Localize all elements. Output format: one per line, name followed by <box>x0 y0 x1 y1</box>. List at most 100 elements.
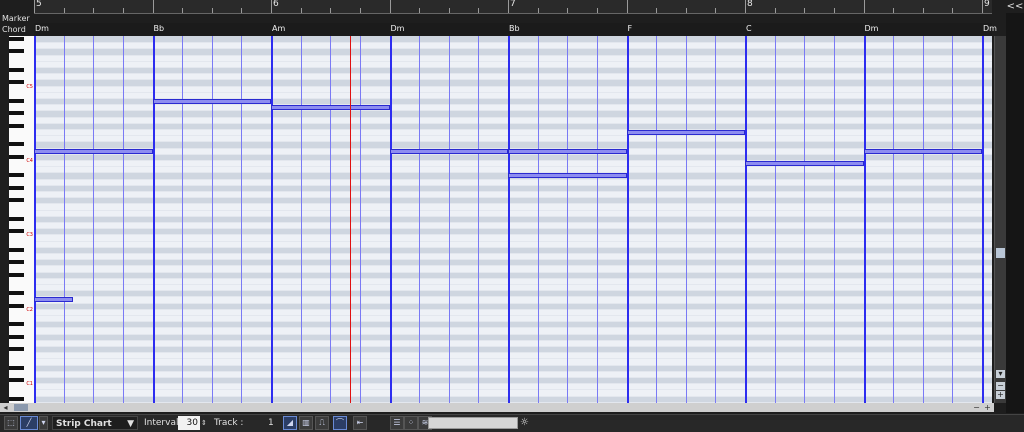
ruler-tick <box>833 8 835 13</box>
pitch-row <box>34 352 992 360</box>
midi-note[interactable] <box>152 99 271 104</box>
piano-black-key[interactable] <box>9 365 24 370</box>
collapse-panel-button[interactable]: << <box>1006 0 1024 13</box>
ramp-tool-icon[interactable]: ◢ <box>283 416 297 430</box>
midi-note[interactable] <box>271 105 390 111</box>
horizontal-scrollbar[interactable]: ◂ − + <box>0 403 994 412</box>
ruler-tick <box>34 0 35 13</box>
curve-shape-icon[interactable]: ⌒ <box>333 416 347 430</box>
beat-line <box>656 36 658 403</box>
mode-select[interactable]: Strip Chart ▼ <box>52 416 138 430</box>
piano-black-key[interactable] <box>9 80 24 85</box>
piano-black-key[interactable] <box>9 272 24 277</box>
piano-black-key[interactable] <box>9 154 24 159</box>
mode-select-value: Strip Chart <box>56 419 112 429</box>
value-slider[interactable] <box>428 417 518 429</box>
zoom-in-vertical-icon[interactable]: + <box>996 391 1005 399</box>
list-view-icon[interactable]: ☰ <box>390 416 404 430</box>
piano-black-key[interactable] <box>9 123 24 128</box>
chord-symbol[interactable]: Dm <box>35 24 49 33</box>
tool-dropdown-icon[interactable]: ▾ <box>39 416 48 430</box>
piano-black-key[interactable] <box>9 347 24 351</box>
piano-black-key[interactable] <box>9 111 24 116</box>
piano-black-key[interactable] <box>9 396 24 401</box>
track-value[interactable]: 1 <box>268 416 274 430</box>
piano-black-key[interactable] <box>9 37 24 41</box>
chevron-down-icon: ▼ <box>127 419 134 429</box>
pencil-tool-icon[interactable]: ╱ <box>20 416 38 430</box>
pitch-row <box>34 153 992 161</box>
midi-note[interactable] <box>626 130 745 135</box>
piano-black-key[interactable] <box>9 173 24 178</box>
piano-black-key[interactable] <box>9 68 24 72</box>
chord-symbol[interactable]: F <box>628 24 633 33</box>
piano-black-key[interactable] <box>9 198 24 203</box>
chord-symbol[interactable]: Dm <box>391 24 405 33</box>
midi-note[interactable] <box>745 161 864 166</box>
midi-note[interactable] <box>389 148 508 154</box>
timeline-ruler[interactable]: 5 6 7 8 9 <box>34 0 992 14</box>
piano-keyboard[interactable]: C5 C4 C3 C2 C1 <box>9 36 34 403</box>
piano-black-key[interactable] <box>9 260 24 265</box>
piano-black-key[interactable] <box>9 322 24 327</box>
pitch-row <box>34 395 992 403</box>
piano-black-key[interactable] <box>9 378 24 382</box>
piano-black-key[interactable] <box>9 303 24 308</box>
bar-line <box>508 36 510 403</box>
chord-symbol[interactable]: Am <box>272 24 285 33</box>
scroll-left-icon[interactable]: ◂ <box>1 403 10 412</box>
beat-line <box>478 36 480 403</box>
scroll-down-icon[interactable]: ▾ <box>996 370 1005 378</box>
vertical-scrollbar[interactable]: ▾ − + <box>994 36 1006 403</box>
note-grid[interactable] <box>34 36 992 403</box>
chord-symbol[interactable]: Bb <box>154 24 165 33</box>
piano-black-key[interactable] <box>9 247 24 252</box>
piano-black-key[interactable] <box>9 291 24 296</box>
pulse-shape-icon[interactable]: ⎍ <box>315 416 329 430</box>
piano-black-key[interactable] <box>9 185 24 190</box>
pitch-row <box>34 85 992 93</box>
chord-symbol[interactable]: Dm <box>983 24 997 33</box>
pitch-row <box>34 197 992 205</box>
snap-to-start-icon[interactable]: ⇤ <box>353 416 367 430</box>
ruler-tick <box>863 0 865 13</box>
playhead-cursor[interactable] <box>350 36 352 403</box>
bar-line <box>745 36 747 403</box>
settings-icon[interactable]: ☼ <box>520 416 529 430</box>
ruler-tick <box>922 8 924 13</box>
interval-field[interactable]: 30 <box>178 416 200 430</box>
midi-note[interactable] <box>508 148 627 154</box>
piano-black-key[interactable] <box>9 216 24 221</box>
midi-note[interactable] <box>508 173 627 179</box>
ruler-bar-number: 7 <box>510 0 516 9</box>
marker-lane-label: Marker <box>2 14 30 23</box>
chord-symbol[interactable]: Bb <box>509 24 520 33</box>
zoom-out-vertical-icon[interactable]: − <box>996 382 1005 390</box>
vertical-scroll-thumb[interactable] <box>996 248 1005 258</box>
midi-note[interactable] <box>34 148 153 154</box>
chord-symbol[interactable]: Dm <box>865 24 879 33</box>
pitch-row <box>34 370 992 378</box>
ruler-tick <box>448 8 450 13</box>
midi-note[interactable] <box>863 148 982 154</box>
scatter-view-icon[interactable]: ⁘ <box>404 416 418 430</box>
beat-line <box>93 36 95 403</box>
piano-black-key[interactable] <box>9 49 24 54</box>
pitch-row <box>34 290 992 298</box>
piano-black-key[interactable] <box>9 229 24 234</box>
select-tool-icon[interactable]: ⬚ <box>4 416 18 430</box>
zoom-in-horizontal-icon[interactable]: + <box>983 403 992 412</box>
chord-symbol[interactable]: C <box>746 24 752 33</box>
interval-stepper-icon[interactable]: ⇕ <box>201 416 210 430</box>
beat-line <box>952 36 954 403</box>
piano-black-key[interactable] <box>9 99 24 103</box>
beat-line <box>448 36 450 403</box>
beat-line <box>567 36 569 403</box>
piano-black-key[interactable] <box>9 334 24 339</box>
chord-lane[interactable]: Dm Bb Am Dm Bb F C Dm Dm <box>34 23 997 36</box>
velocity-bars-icon[interactable]: ▥ <box>299 416 313 430</box>
zoom-out-horizontal-icon[interactable]: − <box>972 403 981 412</box>
midi-note[interactable] <box>34 297 74 303</box>
piano-black-key[interactable] <box>9 142 24 147</box>
horizontal-scroll-thumb[interactable] <box>14 404 28 411</box>
